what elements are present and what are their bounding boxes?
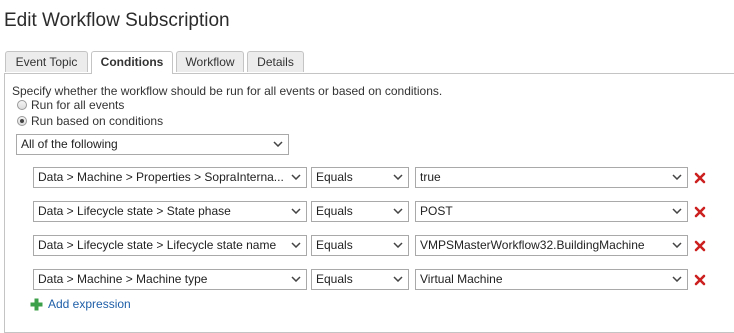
expression-value-select[interactable]: VMPSMasterWorkflow32.BuildingMachine (415, 235, 688, 256)
expression-field-select[interactable]: Data > Machine > Properties > SopraInter… (33, 167, 307, 188)
expression-value-select[interactable]: true (415, 167, 688, 188)
radio-run-all[interactable]: Run for all events (17, 98, 124, 112)
delete-x-icon[interactable] (694, 240, 706, 252)
expression-field-value: Data > Machine > Machine type (38, 272, 208, 286)
tab-event-topic[interactable]: Event Topic (5, 51, 88, 72)
expression-value-select[interactable]: Virtual Machine (415, 269, 688, 290)
delete-x-icon[interactable] (694, 274, 706, 286)
delete-x-icon[interactable] (694, 172, 706, 184)
radio-run-conditions-label: Run based on conditions (31, 114, 164, 128)
expression-operator-value: Equals (316, 204, 353, 218)
add-expression-button[interactable]: Add expression (30, 297, 131, 311)
chevron-down-icon (291, 276, 301, 282)
chevron-down-icon (672, 242, 682, 248)
expression-operator-select[interactable]: Equals (311, 167, 409, 188)
chevron-down-icon (273, 141, 283, 147)
expression-value: POST (420, 204, 453, 218)
chevron-down-icon (672, 208, 682, 214)
tab-conditions[interactable]: Conditions (91, 51, 173, 74)
expression-field-value: Data > Machine > Properties > SopraInter… (38, 170, 284, 184)
radio-run-all-label: Run for all events (31, 98, 125, 112)
chevron-down-icon (291, 174, 301, 180)
conditions-description: Specify whether the workflow should be r… (12, 84, 443, 98)
delete-x-icon[interactable] (694, 206, 706, 218)
expression-field-value: Data > Lifecycle state > Lifecycle state… (38, 238, 277, 252)
expression-value: true (420, 170, 441, 184)
expression-value: Virtual Machine (420, 272, 503, 286)
tab-workflow[interactable]: Workflow (176, 51, 244, 72)
expression-operator-select[interactable]: Equals (311, 235, 409, 256)
expression-field-value: Data > Lifecycle state > State phase (38, 204, 231, 218)
radio-run-conditions-button[interactable] (17, 116, 27, 126)
plus-icon (30, 298, 43, 310)
clause-select-value: All of the following (21, 137, 118, 151)
tab-details[interactable]: Details (247, 51, 304, 72)
page-title: Edit Workflow Subscription (4, 10, 230, 31)
expression-field-select[interactable]: Data > Lifecycle state > Lifecycle state… (33, 235, 307, 256)
chevron-down-icon (393, 242, 403, 248)
expression-operator-select[interactable]: Equals (311, 201, 409, 222)
expression-operator-value: Equals (316, 170, 353, 184)
clause-select[interactable]: All of the following (16, 134, 289, 155)
radio-run-all-button[interactable] (17, 100, 27, 110)
chevron-down-icon (393, 276, 403, 282)
radio-run-conditions[interactable]: Run based on conditions (17, 114, 163, 128)
expression-value-select[interactable]: POST (415, 201, 688, 222)
expression-field-select[interactable]: Data > Machine > Machine type (33, 269, 307, 290)
expression-field-select[interactable]: Data > Lifecycle state > State phase (33, 201, 307, 222)
expression-operator-value: Equals (316, 272, 353, 286)
chevron-down-icon (393, 208, 403, 214)
chevron-down-icon (672, 174, 682, 180)
chevron-down-icon (672, 276, 682, 282)
expression-operator-select[interactable]: Equals (311, 269, 409, 290)
add-expression-link[interactable]: Add expression (48, 297, 131, 311)
chevron-down-icon (291, 208, 301, 214)
expression-operator-value: Equals (316, 238, 353, 252)
expression-value: VMPSMasterWorkflow32.BuildingMachine (420, 238, 645, 252)
chevron-down-icon (291, 242, 301, 248)
chevron-down-icon (393, 174, 403, 180)
